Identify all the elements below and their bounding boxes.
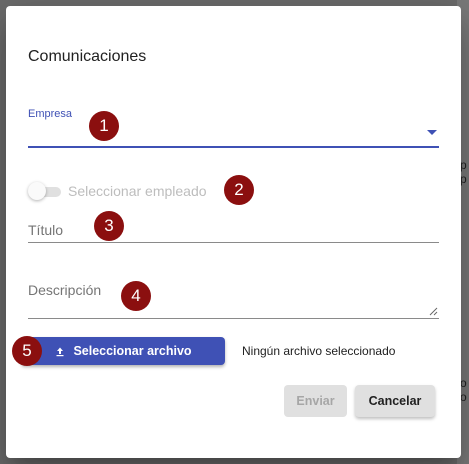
- background-text-fragment: o: [460, 376, 467, 390]
- annotation-marker-2: 2: [224, 175, 254, 205]
- background-text-fragment: p: [460, 158, 467, 172]
- annotation-marker-3: 3: [94, 211, 124, 241]
- empresa-value: [28, 126, 418, 144]
- employee-toggle-label: Seleccionar empleado: [68, 183, 207, 199]
- titulo-placeholder: Título: [28, 222, 64, 238]
- resize-grip-icon[interactable]: [429, 307, 438, 316]
- background-text-fragment: p: [460, 172, 467, 186]
- annotation-marker-5: 5: [12, 336, 42, 366]
- upload-icon: [56, 347, 64, 357]
- titulo-underline: [28, 242, 439, 243]
- select-file-button[interactable]: Seleccionar archivo: [21, 337, 225, 365]
- dialog-title: Comunicaciones: [28, 48, 147, 65]
- empresa-label: Empresa: [28, 108, 73, 120]
- select-file-label: Seleccionar archivo: [73, 344, 192, 358]
- descripcion-placeholder: Descripción: [28, 282, 102, 298]
- cancel-button[interactable]: Cancelar: [355, 385, 435, 417]
- communications-dialog: Comunicaciones Empresa Seleccionar emple…: [6, 6, 461, 458]
- arrow-drop-down-icon: [427, 130, 437, 135]
- annotation-marker-1: 1: [89, 111, 119, 141]
- file-status-text: Ningún archivo seleccionado: [242, 344, 396, 358]
- toggle-thumb[interactable]: [28, 182, 46, 200]
- empresa-underline: [28, 146, 439, 148]
- titulo-input[interactable]: Título: [28, 213, 439, 243]
- annotation-marker-4: 4: [121, 281, 151, 311]
- descripcion-textarea[interactable]: Descripción: [28, 274, 439, 319]
- descripcion-underline: [28, 318, 439, 319]
- send-button[interactable]: Enviar: [284, 385, 347, 417]
- background-text-fragment: o: [460, 390, 467, 404]
